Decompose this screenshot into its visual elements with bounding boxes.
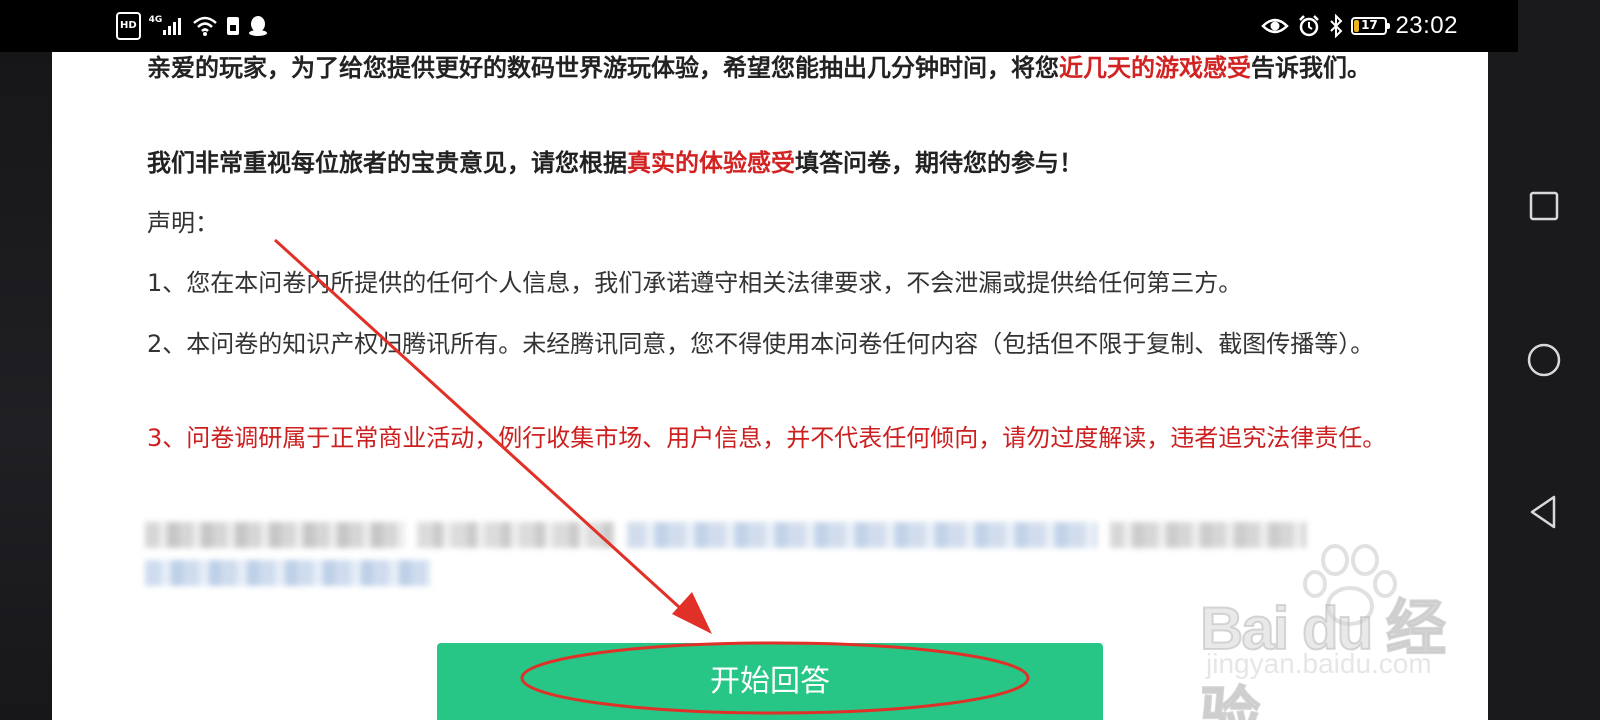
- battery-level-label: 17: [1361, 18, 1378, 32]
- eye-icon: [1261, 14, 1290, 38]
- circle-icon: [1527, 343, 1561, 377]
- survey-intro-page: 亲爱的玩家，为了给您提供更好的数码世界游玩体验，希望您能抽出几分钟时间，将您近几…: [52, 52, 1488, 720]
- statement-heading: 声明：: [147, 209, 219, 237]
- screenshot-frame: HD 4G 17 23:02 亲爱的玩家，为了给您提供更好的数码世界游玩体验，希…: [0, 0, 1600, 720]
- sim-icon: [226, 14, 240, 38]
- greeting-text-end: 告诉我们。: [1251, 54, 1371, 82]
- greeting-highlight: 近几天的游戏感受: [1059, 54, 1251, 82]
- triangle-back-icon: [1530, 495, 1556, 529]
- greeting-paragraph: 亲爱的玩家，为了给您提供更好的数码世界游玩体验，希望您能抽出几分钟时间，将您近几…: [147, 52, 1392, 85]
- statement-item-2: 2、本问卷的知识产权归腾讯所有。未经腾讯同意，您不得使用本问卷任何内容（包括但不…: [147, 330, 1375, 358]
- value-text-start: 我们非常重视每位旅者的宝贵意见，请您根据: [147, 149, 627, 177]
- network-type-label: 4G: [148, 15, 163, 25]
- clock: 23:02: [1395, 12, 1458, 39]
- statement-item-3: 3、问卷调研属于正常商业活动，例行收集市场、用户信息，并不代表任何倾向，请勿过度…: [147, 424, 1387, 452]
- value-highlight: 真实的体验感受: [627, 149, 795, 177]
- navigation-bar: [1488, 0, 1600, 720]
- statement-item-1: 1、您在本问卷内所提供的任何个人信息，我们承诺遵守相关法律要求，不会泄漏或提供给…: [147, 269, 1243, 297]
- value-text-end: 填答问卷，期待您的参与！: [795, 149, 1083, 177]
- status-bar: HD 4G 17 23:02: [0, 0, 1518, 52]
- battery-icon: 17: [1351, 14, 1391, 38]
- left-edge-strip: [0, 0, 52, 720]
- greeting-text-start: 亲爱的玩家，为了给您提供更好的数码世界游玩体验，希望您能抽出几分钟时间，将您: [147, 54, 1059, 82]
- back-button[interactable]: [1488, 472, 1600, 552]
- hd-badge: HD: [116, 12, 141, 40]
- value-paragraph: 我们非常重视每位旅者的宝贵意见，请您根据真实的体验感受填答问卷，期待您的参与！: [147, 147, 1392, 180]
- redacted-text-block: [145, 520, 1315, 590]
- bluetooth-icon: [1329, 14, 1343, 38]
- recent-apps-button[interactable]: [1488, 166, 1600, 246]
- qq-icon: [248, 14, 268, 38]
- alarm-icon: [1297, 14, 1321, 38]
- start-answer-button[interactable]: 开始回答: [437, 643, 1103, 720]
- home-button[interactable]: [1488, 320, 1600, 400]
- signal-icon: 4G: [149, 14, 185, 38]
- wifi-icon: [192, 14, 218, 38]
- square-icon: [1529, 191, 1559, 221]
